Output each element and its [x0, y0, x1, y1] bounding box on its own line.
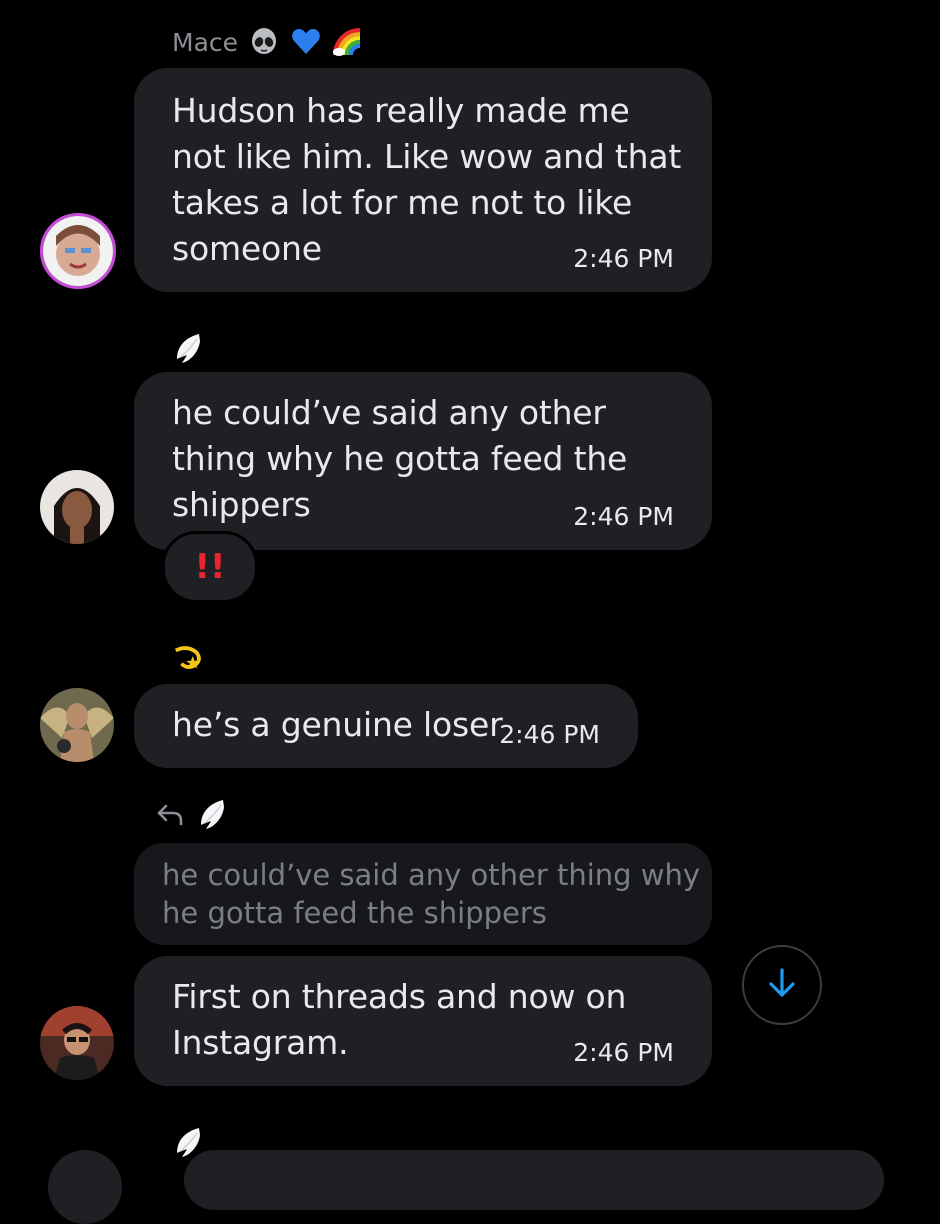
message-bubble[interactable]: Hudson has really made me not like him. …	[134, 68, 712, 292]
message-line: shippers	[172, 485, 311, 524]
arrow-down-icon	[765, 966, 799, 1004]
message-timestamp: 2:46 PM	[573, 244, 674, 273]
message-timestamp: 2:46 PM	[573, 502, 674, 531]
message-line: First on threads and now on	[172, 977, 627, 1016]
sender-header	[172, 642, 204, 674]
message-bubble[interactable]: First on threads and now on Instagram. 2…	[134, 956, 712, 1086]
message-bubble[interactable]: he’s a genuine loser 2:46 PM	[134, 684, 638, 768]
avatar[interactable]	[40, 688, 114, 762]
reaction-badge[interactable]: !!	[162, 531, 258, 603]
sender-name: Mace	[172, 27, 239, 57]
scroll-to-bottom-button[interactable]	[742, 945, 822, 1025]
quoted-line: he could’ve said any other thing why	[162, 858, 701, 892]
message-bubble[interactable]	[184, 1150, 884, 1210]
angel-wing-icon	[172, 332, 204, 364]
quoted-line: he gotta feed the shippers	[162, 896, 547, 930]
message-timestamp: 2:46 PM	[499, 720, 600, 749]
rainbow-icon	[332, 26, 364, 58]
message-line: takes a lot for me not to like	[172, 183, 633, 222]
message-line: he could’ve said any other	[172, 393, 606, 432]
avatar[interactable]	[40, 1006, 114, 1080]
avatar[interactable]	[40, 470, 114, 544]
double-exclamation-reaction: !!	[194, 547, 226, 587]
message-line: not like him. Like wow and that	[172, 137, 682, 176]
reply-arrow-icon	[154, 798, 186, 830]
message-line: Hudson has really made me	[172, 91, 630, 130]
message-line: thing why he gotta feed the	[172, 439, 628, 478]
blue-heart-icon	[290, 26, 322, 58]
avatar[interactable]	[48, 1150, 122, 1224]
sender-header	[172, 332, 204, 364]
sender-header	[154, 798, 228, 830]
message-timestamp: 2:46 PM	[573, 1038, 674, 1067]
sender-header: Mace	[172, 26, 364, 58]
avatar[interactable]	[40, 213, 116, 289]
dizzy-star-icon	[172, 642, 204, 674]
message-line: he’s a genuine loser	[172, 705, 503, 744]
alien-icon	[248, 26, 280, 58]
angel-wing-icon	[196, 798, 228, 830]
quoted-reply[interactable]: he could’ve said any other thing why he …	[134, 843, 712, 945]
message-line: Instagram.	[172, 1023, 349, 1062]
message-bubble[interactable]: he could’ve said any other thing why he …	[134, 372, 712, 550]
